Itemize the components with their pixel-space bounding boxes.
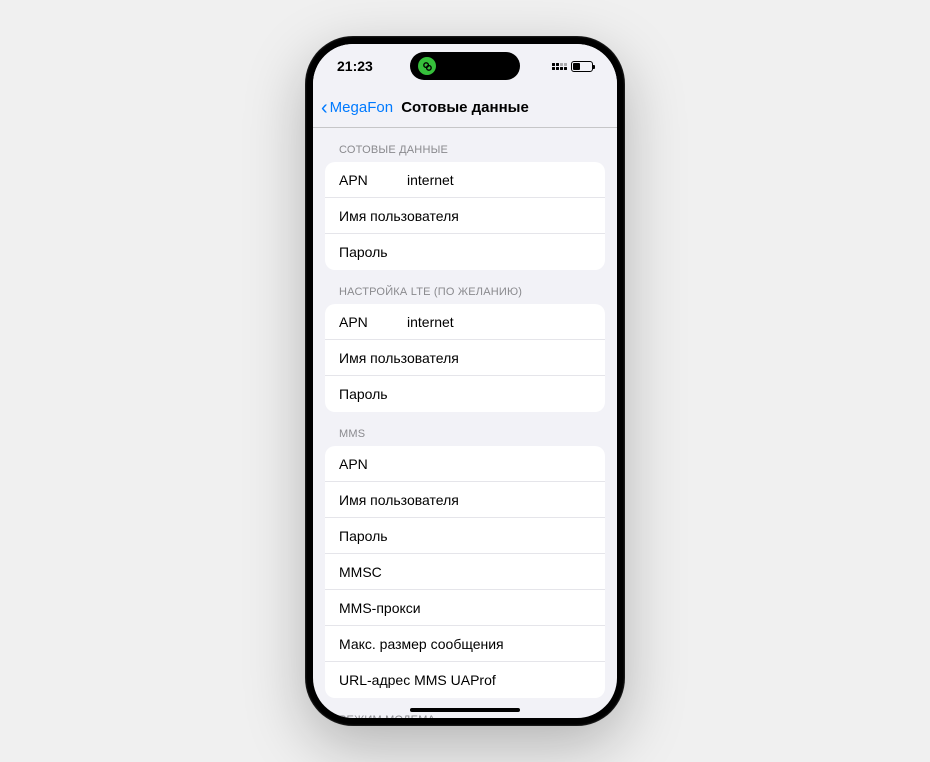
field-label: APN bbox=[339, 456, 368, 472]
field-label: Пароль bbox=[339, 244, 388, 260]
battery-icon bbox=[571, 61, 593, 72]
field-value: internet bbox=[407, 314, 454, 330]
field-label: Пароль bbox=[339, 386, 388, 402]
back-button[interactable]: ‹ MegaFon bbox=[321, 98, 393, 118]
status-bar: 21:23 bbox=[313, 44, 617, 88]
nav-bar: ‹ MegaFon Сотовые данные bbox=[313, 88, 617, 128]
group-lte: APN internet Имя пользователя Пароль bbox=[325, 304, 605, 412]
cellular-apn-row[interactable]: APN internet bbox=[325, 162, 605, 198]
field-label: MMSC bbox=[339, 564, 382, 580]
field-value: internet bbox=[407, 172, 454, 188]
back-label: MegaFon bbox=[330, 99, 393, 116]
cellular-password-row[interactable]: Пароль bbox=[325, 234, 605, 270]
field-label: Макс. размер сообщения bbox=[339, 636, 504, 652]
mms-apn-row[interactable]: APN bbox=[325, 446, 605, 482]
field-label: APN bbox=[339, 314, 399, 330]
section-header-mms: MMS bbox=[313, 412, 617, 446]
lte-username-row[interactable]: Имя пользователя bbox=[325, 340, 605, 376]
group-mms: APN Имя пользователя Пароль MMSC MMS-про… bbox=[325, 446, 605, 698]
screen: 21:23 ‹ MegaFon Сотовые данные bbox=[313, 44, 617, 718]
cellular-username-row[interactable]: Имя пользователя bbox=[325, 198, 605, 234]
lte-password-row[interactable]: Пароль bbox=[325, 376, 605, 412]
status-icons bbox=[552, 61, 593, 72]
lte-apn-row[interactable]: APN internet bbox=[325, 304, 605, 340]
field-label: Имя пользователя bbox=[339, 208, 459, 224]
dynamic-island[interactable] bbox=[410, 52, 520, 80]
content-scroll[interactable]: СОТОВЫЕ ДАННЫЕ APN internet Имя пользова… bbox=[313, 128, 617, 718]
mms-mmsc-row[interactable]: MMSC bbox=[325, 554, 605, 590]
chevron-left-icon: ‹ bbox=[321, 98, 328, 118]
field-label: Имя пользователя bbox=[339, 492, 459, 508]
field-label: Имя пользователя bbox=[339, 350, 459, 366]
section-header-cellular: СОТОВЫЕ ДАННЫЕ bbox=[313, 128, 617, 162]
field-label: Пароль bbox=[339, 528, 388, 544]
mms-username-row[interactable]: Имя пользователя bbox=[325, 482, 605, 518]
field-label: APN bbox=[339, 172, 399, 188]
page-title: Сотовые данные bbox=[401, 99, 529, 116]
status-time: 21:23 bbox=[337, 58, 373, 74]
mms-maxsize-row[interactable]: Макс. размер сообщения bbox=[325, 626, 605, 662]
field-label: URL-адрес MMS UAProf bbox=[339, 672, 496, 688]
phone-frame: 21:23 ‹ MegaFon Сотовые данные bbox=[305, 36, 625, 726]
mms-proxy-row[interactable]: MMS-прокси bbox=[325, 590, 605, 626]
mms-password-row[interactable]: Пароль bbox=[325, 518, 605, 554]
group-cellular: APN internet Имя пользователя Пароль bbox=[325, 162, 605, 270]
signal-icon bbox=[552, 63, 567, 70]
mms-uaprof-row[interactable]: URL-адрес MMS UAProf bbox=[325, 662, 605, 698]
section-header-lte: НАСТРОЙКА LTE (ПО ЖЕЛАНИЮ) bbox=[313, 270, 617, 304]
home-indicator[interactable] bbox=[410, 708, 520, 712]
hotspot-icon bbox=[418, 57, 436, 75]
field-label: MMS-прокси bbox=[339, 600, 421, 616]
